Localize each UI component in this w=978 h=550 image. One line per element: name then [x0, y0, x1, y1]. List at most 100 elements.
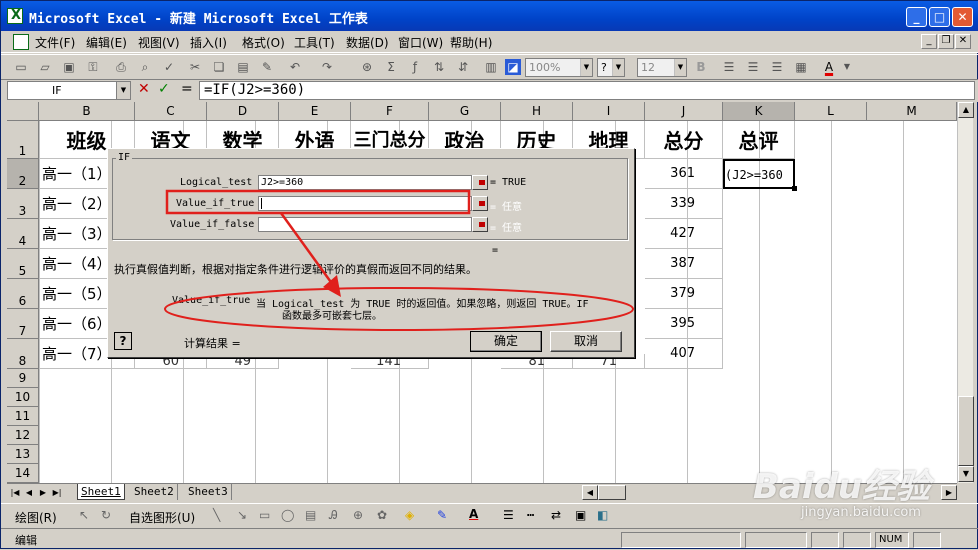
- permission-icon[interactable]: ⚿: [85, 59, 101, 75]
- draw-menu-button[interactable]: 绘图(R): [15, 509, 57, 526]
- column-header-c[interactable]: C: [135, 102, 207, 121]
- cell-j6[interactable]: 379: [645, 279, 723, 309]
- font-color-dropdown-icon[interactable]: ▼: [839, 59, 855, 75]
- collapse-dialog-icon[interactable]: [472, 196, 488, 211]
- save-icon[interactable]: ▣: [61, 59, 77, 75]
- first-sheet-icon[interactable]: |◀: [9, 486, 21, 499]
- cell-j1[interactable]: 总分: [645, 121, 723, 159]
- column-header-h[interactable]: H: [501, 102, 573, 121]
- align-left-icon[interactable]: ☰: [721, 59, 737, 75]
- sheet-tab-sheet2[interactable]: Sheet2: [131, 484, 178, 500]
- value-if-false-input[interactable]: [258, 217, 472, 232]
- chevron-down-icon[interactable]: ▼: [580, 59, 592, 76]
- maximize-button[interactable]: □: [929, 7, 950, 27]
- cell-j4[interactable]: 427: [645, 219, 723, 249]
- rectangle-icon[interactable]: ▭: [259, 508, 270, 522]
- select-objects-icon[interactable]: ↖: [79, 508, 89, 522]
- menu-file[interactable]: 文件(F): [35, 34, 75, 51]
- format-painter-icon[interactable]: ✎: [259, 59, 275, 75]
- print-preview-icon[interactable]: ⌕: [137, 59, 153, 75]
- collapse-dialog-icon[interactable]: [472, 175, 488, 190]
- diagram-icon[interactable]: ⊕: [353, 508, 363, 522]
- column-header-b[interactable]: B: [39, 102, 135, 121]
- select-all-corner[interactable]: [7, 102, 39, 121]
- arrow-icon[interactable]: ↘: [237, 508, 247, 522]
- help-combo[interactable]: ? ▼: [597, 58, 625, 77]
- help-icon[interactable]: ?: [114, 332, 132, 350]
- font-size-combo[interactable]: 12 ▼: [637, 58, 687, 77]
- row-header-13[interactable]: 13: [7, 445, 39, 464]
- chevron-down-icon[interactable]: ▼: [674, 59, 686, 76]
- logical-test-input[interactable]: J2>=360: [258, 175, 472, 190]
- column-header-m[interactable]: M: [867, 102, 957, 121]
- function-arguments-dialog[interactable]: IF Logical_test J2>=360 = TRUE Value_if_…: [107, 148, 635, 358]
- menu-format[interactable]: 格式(O): [242, 34, 285, 51]
- row-header-7[interactable]: 7: [7, 309, 39, 339]
- ok-button[interactable]: 确定: [470, 331, 542, 352]
- arrow-style-icon[interactable]: ⇄: [551, 508, 561, 522]
- dash-style-icon[interactable]: ┅: [527, 508, 534, 522]
- merge-center-icon[interactable]: ▦: [793, 59, 809, 75]
- undo-icon[interactable]: ↶: [287, 59, 303, 75]
- column-header-k[interactable]: K: [723, 102, 795, 121]
- cancel-button[interactable]: 取消: [550, 331, 622, 352]
- prev-sheet-icon[interactable]: ◀: [23, 486, 35, 499]
- menu-insert[interactable]: 插入(I): [190, 34, 227, 51]
- fill-color-icon[interactable]: ◈: [405, 508, 414, 522]
- scroll-right-icon[interactable]: ▶: [941, 485, 957, 500]
- cancel-formula-icon[interactable]: ✕: [138, 81, 150, 97]
- menu-edit[interactable]: 编辑(E): [86, 34, 127, 51]
- cell-j2[interactable]: 361: [645, 159, 723, 189]
- scroll-thumb[interactable]: [958, 396, 974, 466]
- align-center-icon[interactable]: ☰: [745, 59, 761, 75]
- menu-help[interactable]: 帮助(H): [450, 34, 492, 51]
- insert-function-icon[interactable]: =: [181, 81, 193, 97]
- 3d-style-icon[interactable]: ◧: [597, 508, 608, 522]
- row-header-3[interactable]: 3: [7, 189, 39, 219]
- bold-button[interactable]: B: [693, 59, 709, 75]
- chevron-down-icon[interactable]: ▼: [116, 82, 130, 99]
- workbook-icon[interactable]: [13, 34, 29, 50]
- new-icon[interactable]: ▭: [13, 59, 29, 75]
- paste-icon[interactable]: ▤: [235, 59, 251, 75]
- sheet-tab-sheet1[interactable]: Sheet1: [77, 484, 125, 500]
- doc-minimize-button[interactable]: _: [921, 34, 937, 49]
- cell-k1[interactable]: 总评: [723, 121, 795, 159]
- menu-window[interactable]: 窗口(W): [398, 34, 443, 51]
- line-color-icon[interactable]: ✎: [437, 508, 447, 522]
- column-header-e[interactable]: E: [279, 102, 351, 121]
- row-header-10[interactable]: 10: [7, 388, 39, 407]
- autosum-icon[interactable]: Σ: [383, 59, 399, 75]
- formula-input[interactable]: =IF(J2>=360): [199, 81, 975, 100]
- column-header-i[interactable]: I: [573, 102, 645, 121]
- column-header-d[interactable]: D: [207, 102, 279, 121]
- function-icon[interactable]: ƒ: [407, 59, 423, 75]
- last-sheet-icon[interactable]: ▶|: [51, 486, 63, 499]
- autoshapes-menu-button[interactable]: 自选图形(U): [129, 509, 195, 526]
- sort-ascending-icon[interactable]: ⇅: [431, 59, 447, 75]
- column-header-f[interactable]: F: [351, 102, 429, 121]
- line-style-icon[interactable]: ☰: [503, 508, 514, 522]
- excel-app-icon[interactable]: [7, 8, 23, 24]
- next-sheet-icon[interactable]: ▶: [37, 486, 49, 499]
- minimize-button[interactable]: _: [906, 7, 927, 27]
- enter-formula-icon[interactable]: ✓: [158, 81, 170, 97]
- row-header-4[interactable]: 4: [7, 219, 39, 249]
- scroll-left-icon[interactable]: ◀: [582, 485, 598, 500]
- chart-wizard-icon[interactable]: ▥: [483, 59, 499, 75]
- drawing-icon[interactable]: ◪: [505, 59, 521, 75]
- collapse-dialog-icon[interactable]: [472, 217, 488, 232]
- row-header-6[interactable]: 6: [7, 279, 39, 309]
- wordart-icon[interactable]: Ꭿ: [329, 508, 338, 523]
- shadow-style-icon[interactable]: ▣: [575, 508, 586, 522]
- align-right-icon[interactable]: ☰: [769, 59, 785, 75]
- font-color-icon[interactable]: A: [821, 59, 837, 75]
- cell-j8[interactable]: 407: [645, 339, 723, 369]
- row-header-1[interactable]: 1: [7, 121, 39, 159]
- hyperlink-icon[interactable]: ⊛: [359, 59, 375, 75]
- scroll-down-icon[interactable]: ▼: [958, 466, 974, 482]
- cell-j3[interactable]: 339: [645, 189, 723, 219]
- zoom-combo[interactable]: 100% ▼: [525, 58, 593, 77]
- close-button[interactable]: ✕: [952, 7, 973, 27]
- cut-icon[interactable]: ✂: [187, 59, 203, 75]
